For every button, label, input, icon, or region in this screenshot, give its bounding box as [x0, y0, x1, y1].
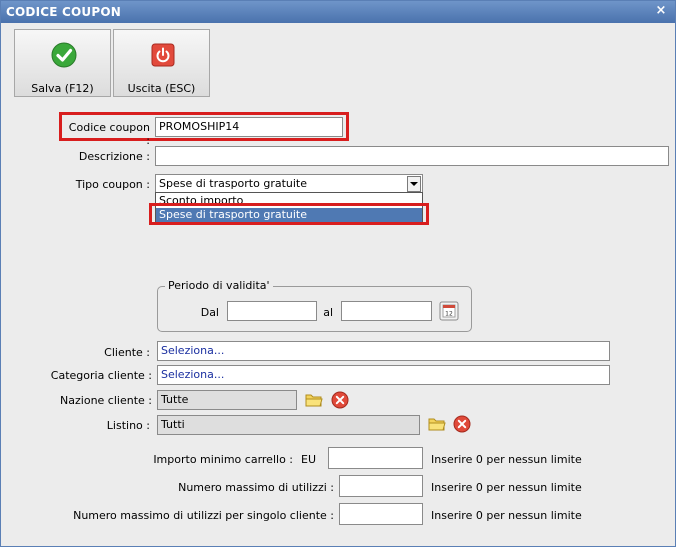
max-utilizzi-input[interactable]: [339, 475, 423, 497]
window-title: CODICE COUPON: [6, 5, 122, 19]
tipo-coupon-label: Tipo coupon :: [75, 178, 150, 191]
save-button-label: Salva (F12): [31, 82, 94, 95]
categoria-cliente-input[interactable]: Seleziona...: [157, 365, 610, 385]
folder-icon: [428, 418, 446, 431]
checkmark-icon: [51, 42, 77, 68]
listino-browse-button[interactable]: [428, 415, 446, 433]
delete-icon: [453, 415, 471, 433]
codice-coupon-input[interactable]: PROMOSHIP14: [155, 117, 343, 137]
listino-label: Listino :: [106, 419, 150, 432]
codice-coupon-label: Codice coupon :: [68, 121, 150, 147]
calendar-button[interactable]: 12: [439, 301, 459, 321]
nazione-cliente-label: Nazione cliente :: [60, 394, 152, 407]
folder-icon: [305, 394, 323, 407]
nazione-clear-button[interactable]: [331, 391, 349, 409]
descrizione-label: Descrizione :: [78, 150, 150, 163]
importo-hint: Inserire 0 per nessun limite: [431, 453, 582, 466]
max-utilizzi-hint: Inserire 0 per nessun limite: [431, 481, 582, 494]
al-input[interactable]: [341, 301, 432, 321]
delete-icon: [331, 391, 349, 409]
listino-input[interactable]: Tutti: [157, 415, 420, 435]
coupon-window: CODICE COUPON × Salva (F12) Uscita (ESC)…: [0, 0, 676, 547]
tipo-coupon-selected: Spese di trasporto gratuite: [159, 177, 308, 190]
dal-input[interactable]: [227, 301, 317, 321]
nazione-browse-button[interactable]: [305, 391, 323, 409]
max-utilizzi-label: Numero massimo di utilizzi :: [178, 481, 334, 494]
calendar-icon: 12: [439, 301, 459, 321]
cliente-label: Cliente :: [104, 346, 150, 359]
exit-button-label: Uscita (ESC): [127, 82, 196, 95]
max-cliente-input[interactable]: [339, 503, 423, 525]
categoria-cliente-label: Categoria cliente :: [50, 369, 152, 382]
save-button[interactable]: Salva (F12): [14, 29, 111, 97]
dropdown-arrow[interactable]: [407, 176, 421, 192]
close-icon[interactable]: ×: [653, 3, 669, 19]
importo-unit: EU: [301, 453, 317, 466]
cliente-input[interactable]: Seleziona...: [157, 341, 610, 361]
periodo-validita-label: Periodo di validita': [165, 279, 273, 292]
dal-label: Dal: [200, 306, 219, 319]
max-cliente-label: Numero massimo di utilizzi per singolo c…: [73, 509, 334, 522]
nazione-cliente-input[interactable]: Tutte: [157, 390, 297, 410]
option-highlight-box: [149, 203, 429, 225]
listino-clear-button[interactable]: [453, 415, 471, 433]
power-icon: [151, 43, 175, 67]
importo-minimo-label: Importo minimo carrello :: [153, 453, 293, 466]
max-cliente-hint: Inserire 0 per nessun limite: [431, 509, 582, 522]
svg-text:12: 12: [445, 311, 453, 318]
tipo-coupon-select[interactable]: Spese di trasporto gratuite: [155, 174, 423, 194]
exit-button[interactable]: Uscita (ESC): [113, 29, 210, 97]
al-label: al: [323, 306, 333, 319]
descrizione-input[interactable]: [155, 146, 669, 166]
chevron-down-icon: [410, 182, 418, 186]
title-bar: CODICE COUPON ×: [1, 1, 675, 23]
importo-minimo-input[interactable]: [328, 447, 423, 469]
